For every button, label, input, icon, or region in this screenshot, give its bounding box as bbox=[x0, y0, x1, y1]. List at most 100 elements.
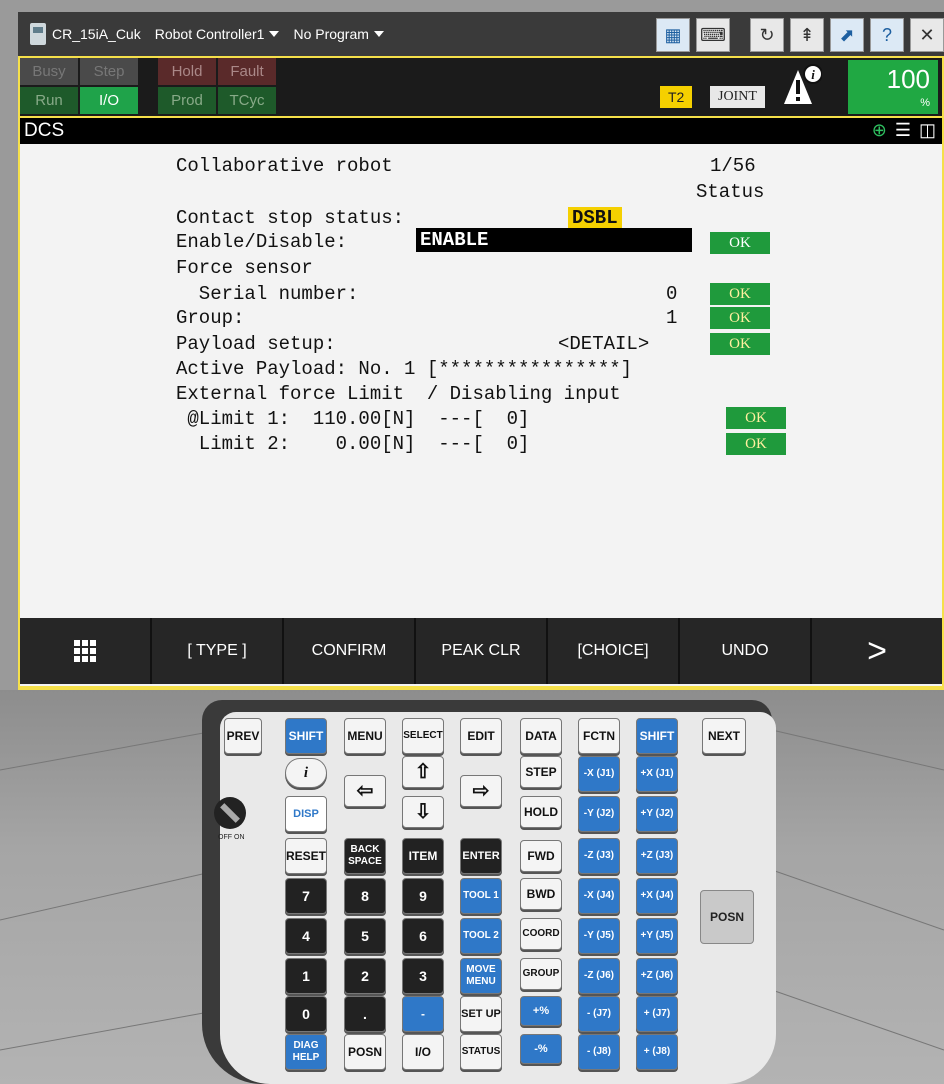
select-key[interactable]: SELECT bbox=[402, 718, 444, 754]
jog-plus-y-key[interactable]: +Y (J2) bbox=[636, 796, 678, 832]
menu-key[interactable]: MENU bbox=[344, 718, 386, 754]
active-payload[interactable]: Active Payload: No. 1 [****************] bbox=[176, 357, 632, 381]
f3-peak-clr-button[interactable]: PEAK CLR bbox=[416, 618, 548, 684]
close-icon[interactable]: ✕ bbox=[910, 18, 944, 52]
diag-help-key[interactable]: DIAG HELP bbox=[285, 1034, 327, 1070]
arrow-up-key[interactable]: ⇧ bbox=[402, 756, 444, 788]
f5-undo-button[interactable]: UNDO bbox=[680, 618, 812, 684]
fctn-key[interactable]: FCTN bbox=[578, 718, 620, 754]
payload-detail[interactable]: <DETAIL> bbox=[558, 332, 649, 356]
limit-1-row[interactable]: @Limit 1: 110.00[N] ---[ 0] bbox=[176, 407, 529, 431]
shift-left-key[interactable]: SHIFT bbox=[285, 718, 327, 754]
enable-value[interactable]: ENABLE bbox=[416, 228, 692, 252]
group-key[interactable]: GROUP bbox=[520, 958, 562, 990]
arrow-down-key[interactable]: ⇩ bbox=[402, 796, 444, 828]
jog-plus-z-key[interactable]: +Z (J3) bbox=[636, 838, 678, 874]
chevron-down-icon bbox=[269, 31, 280, 37]
shift-right-key[interactable]: SHIFT bbox=[636, 718, 678, 754]
jog-minus-rz-key[interactable]: -Z (J6) bbox=[578, 958, 620, 994]
tool2-key[interactable]: TOOL 2 bbox=[460, 918, 502, 954]
dot-key[interactable]: . bbox=[344, 996, 386, 1032]
num-5-key[interactable]: 5 bbox=[344, 918, 386, 954]
num-9-key[interactable]: 9 bbox=[402, 878, 444, 914]
item-key[interactable]: ITEM bbox=[402, 838, 444, 874]
num-0-key[interactable]: 0 bbox=[285, 996, 327, 1032]
setup-key[interactable]: SET UP bbox=[460, 996, 502, 1032]
num-8-key[interactable]: 8 bbox=[344, 878, 386, 914]
step-key[interactable]: STEP bbox=[520, 756, 562, 788]
menu-icon[interactable]: ☰ bbox=[895, 120, 911, 141]
limit-1-status: OK bbox=[726, 407, 786, 429]
reset-key[interactable]: RESET bbox=[285, 838, 327, 874]
data-key[interactable]: DATA bbox=[520, 718, 562, 754]
info-key[interactable]: i bbox=[285, 758, 327, 788]
tool1-key[interactable]: TOOL 1 bbox=[460, 878, 502, 914]
edit-key[interactable]: EDIT bbox=[460, 718, 502, 754]
backspace-key[interactable]: BACK SPACE bbox=[344, 838, 386, 874]
help-icon[interactable]: ? bbox=[870, 18, 904, 52]
num-1-key[interactable]: 1 bbox=[285, 958, 327, 994]
jog-minus-ry-key[interactable]: -Y (J5) bbox=[578, 918, 620, 954]
jog-minus-rx-key[interactable]: -X (J4) bbox=[578, 878, 620, 914]
jog-plus-j7-key[interactable]: + (J7) bbox=[636, 996, 678, 1032]
hold-key[interactable]: HOLD bbox=[520, 796, 562, 828]
controller-dropdown[interactable]: Robot Controller1 bbox=[155, 26, 280, 42]
num-4-key[interactable]: 4 bbox=[285, 918, 327, 954]
num-7-key[interactable]: 7 bbox=[285, 878, 327, 914]
keyboard-icon[interactable]: ⌨ bbox=[696, 18, 730, 52]
io-key[interactable]: I/O bbox=[402, 1034, 444, 1070]
num-2-key[interactable]: 2 bbox=[344, 958, 386, 994]
move-menu-key[interactable]: MOVE MENU bbox=[460, 958, 502, 994]
contact-stop-value[interactable]: DSBL bbox=[568, 207, 622, 229]
next-page-button[interactable]: > bbox=[812, 618, 942, 684]
num-3-key[interactable]: 3 bbox=[402, 958, 444, 994]
speed-override[interactable]: 100 % bbox=[848, 60, 938, 114]
bwd-key[interactable]: BWD bbox=[520, 878, 562, 910]
jog-minus-j7-key[interactable]: - (J7) bbox=[578, 996, 620, 1032]
arrow-down-icon: ⇩ bbox=[414, 801, 432, 823]
external-force-heading: External force Limit / Disabling input bbox=[176, 383, 621, 405]
refresh-icon[interactable]: ↻ bbox=[750, 18, 784, 52]
coord-badge[interactable]: JOINT bbox=[710, 86, 765, 108]
prev-key[interactable]: PREV bbox=[224, 718, 262, 754]
jog-plus-x-key[interactable]: +X (J1) bbox=[636, 756, 678, 792]
fwd-key[interactable]: FWD bbox=[520, 840, 562, 872]
next-key[interactable]: NEXT bbox=[702, 718, 746, 754]
program-dropdown[interactable]: No Program bbox=[293, 26, 384, 42]
speed-down-key[interactable]: -% bbox=[520, 1034, 562, 1064]
pendant-view-icon[interactable]: ▦ bbox=[656, 18, 690, 52]
arrow-left-key[interactable]: ⇦ bbox=[344, 775, 386, 807]
jog-plus-rx-key[interactable]: +X (J4) bbox=[636, 878, 678, 914]
jog-minus-j8-key[interactable]: - (J8) bbox=[578, 1034, 620, 1070]
limit-2-row[interactable]: Limit 2: 0.00[N] ---[ 0] bbox=[176, 432, 530, 456]
enable-switch-icon[interactable]: OFF ON bbox=[210, 795, 250, 843]
side-posn-button[interactable]: POSN bbox=[700, 890, 754, 944]
jog-plus-j8-key[interactable]: + (J8) bbox=[636, 1034, 678, 1070]
jog-plus-rz-key[interactable]: +Z (J6) bbox=[636, 958, 678, 994]
f4-choice-button[interactable]: [CHOICE] bbox=[548, 618, 680, 684]
disp-key[interactable]: DISP bbox=[285, 796, 327, 832]
speed-up-key[interactable]: +% bbox=[520, 996, 562, 1026]
minus-key[interactable]: - bbox=[402, 996, 444, 1032]
split-view-icon[interactable]: ◫ bbox=[919, 120, 936, 141]
posn-key[interactable]: POSN bbox=[344, 1034, 386, 1070]
serial-value[interactable]: 0 bbox=[666, 282, 677, 306]
status-key[interactable]: STATUS bbox=[460, 1034, 502, 1070]
enter-key[interactable]: ENTER bbox=[460, 838, 502, 874]
num-6-key[interactable]: 6 bbox=[402, 918, 444, 954]
warning-icon[interactable]: i bbox=[782, 64, 822, 108]
grid-menu-button[interactable] bbox=[20, 618, 152, 684]
jog-minus-x-key[interactable]: -X (J1) bbox=[578, 756, 620, 792]
jog-minus-y-key[interactable]: -Y (J2) bbox=[578, 796, 620, 832]
f2-confirm-button[interactable]: CONFIRM bbox=[284, 618, 416, 684]
arrow-right-key[interactable]: ⇨ bbox=[460, 775, 502, 807]
f1-type-button[interactable]: [ TYPE ] bbox=[152, 618, 284, 684]
sort-icon[interactable]: ⇞ bbox=[790, 18, 824, 52]
group-value[interactable]: 1 bbox=[666, 306, 677, 330]
jog-minus-z-key[interactable]: -Z (J3) bbox=[578, 838, 620, 874]
jog-plus-ry-key[interactable]: +Y (J5) bbox=[636, 918, 678, 954]
coord-key[interactable]: COORD bbox=[520, 918, 562, 950]
serial-status: OK bbox=[710, 283, 770, 305]
zoom-in-icon[interactable]: ⊕ bbox=[872, 120, 887, 141]
external-link-icon[interactable]: ⬈ bbox=[830, 18, 864, 52]
